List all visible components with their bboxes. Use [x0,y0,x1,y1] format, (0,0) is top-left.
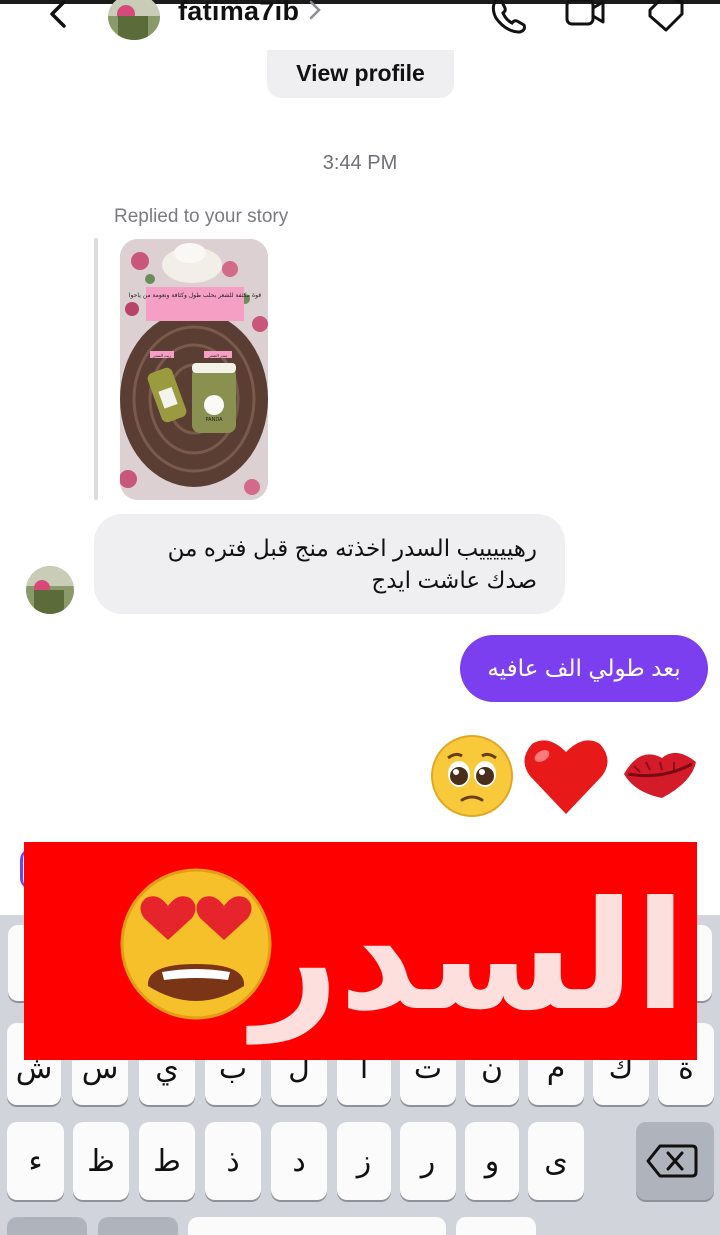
story-caption: قوة مكثفة للشعر بحلب طول وكثافة ونعومة م… [129,292,261,299]
emoji-key[interactable] [98,1217,178,1235]
key-letter[interactable]: ظ [73,1122,129,1200]
key-letter[interactable]: ز [337,1122,391,1200]
numbers-key[interactable] [7,1217,87,1235]
tag-icon[interactable] [644,0,688,36]
reply-indicator-bar [94,238,98,500]
red-heart-emoji [524,740,608,814]
heart-eyes-emoji [120,868,272,1020]
avatar[interactable] [108,0,160,40]
key[interactable] [456,1217,536,1235]
story-thumbnail[interactable]: قوة مكثفة للشعر بحلب طول وكثافة ونعومة م… [120,239,268,500]
incoming-message[interactable]: رهيييييب السدر اخذته منج قبل فتره من صدك… [94,514,565,614]
key-letter[interactable]: ى [528,1122,584,1200]
key-letter[interactable]: و [465,1122,519,1200]
story-label-right: سدر الشعر [208,353,228,358]
username[interactable]: fatima7ib [178,0,299,27]
chevron-left-icon[interactable] [40,0,76,32]
key-letter[interactable]: ذ [205,1122,261,1200]
chevron-right-icon[interactable] [305,0,325,24]
story-label-left: زيت السدر [152,353,171,358]
key-letter[interactable]: ر [400,1122,456,1200]
banner-title: السدر [252,870,686,1044]
message-timestamp: 3:44 PM [322,152,398,174]
replied-to-story-label: Replied to your story [114,206,289,227]
key-letter[interactable]: د [271,1122,327,1200]
space-key[interactable] [188,1217,446,1235]
view-profile-button[interactable]: View profile [267,50,454,98]
pleading-face-emoji [431,735,513,817]
backspace-icon [646,1144,698,1178]
outgoing-message[interactable]: بعد طولي الف عافيه [460,635,708,702]
backspace-key[interactable] [636,1122,714,1200]
story-brand: PANDA [205,417,223,423]
phone-icon[interactable] [486,0,530,36]
key-letter[interactable]: ء [7,1122,64,1200]
kiss-lips-emoji [624,752,696,798]
emoji-message[interactable] [430,732,702,822]
sender-avatar[interactable] [26,566,74,614]
video-icon[interactable] [563,0,607,36]
key-letter[interactable]: ط [139,1122,195,1200]
overlay-banner: السدر [24,842,697,1060]
